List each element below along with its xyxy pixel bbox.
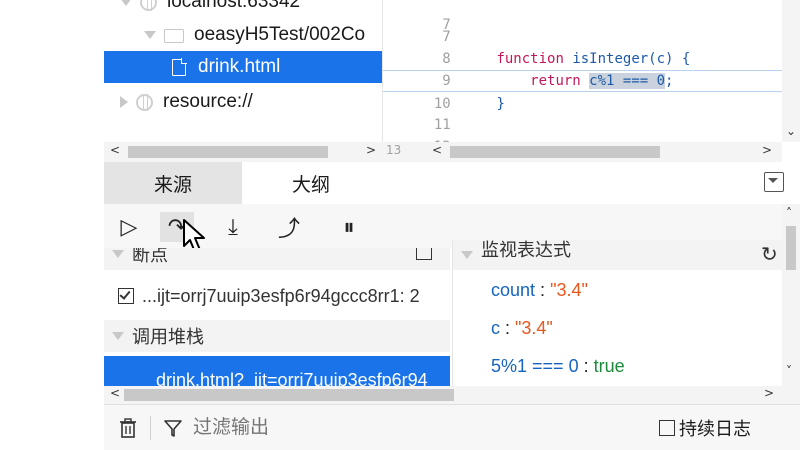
- scroll-right-icon[interactable]: >: [764, 386, 774, 400]
- persist-log-checkbox[interactable]: [659, 419, 675, 436]
- code-line: 9 return c%1 === 0;: [383, 48, 782, 89]
- scroll-thumb[interactable]: [128, 146, 328, 158]
- callstack-frame-selected[interactable]: drink.html?_ijt=orrj7uuip3esfp6r94: [104, 356, 450, 386]
- watch-key: c: [491, 318, 500, 338]
- code-editor[interactable]: 7 7 8 function isInteger(c) { 9 return c…: [382, 0, 782, 142]
- breakpoints-toggle-checkbox[interactable]: [416, 248, 432, 260]
- left-gutter: [0, 0, 104, 450]
- resume-button[interactable]: ▷: [112, 212, 146, 242]
- step-in-button[interactable]: ⤓: [216, 212, 250, 242]
- tab-bar-filler: [380, 162, 800, 204]
- scroll-right-icon[interactable]: >: [762, 143, 772, 157]
- pause-icon: ⏸: [343, 214, 355, 239]
- tree-item-host[interactable]: localhost:63342: [104, 0, 382, 18]
- source-tabs: 来源 大纲: [104, 162, 800, 204]
- chevron-down-icon[interactable]: [120, 0, 132, 6]
- tree-item-file-selected[interactable]: drink.html: [104, 51, 382, 83]
- tab-outline[interactable]: 大纲: [242, 162, 380, 204]
- tree-item-folder[interactable]: oeasyH5Test/002Co: [104, 19, 382, 51]
- watch-key: 5%1 === 0: [491, 356, 579, 376]
- code-line: 8 function isInteger(c) {: [383, 26, 782, 67]
- section-title: 监视表达式: [481, 240, 571, 260]
- source-tree: localhost:63342 oeasyH5Test/002Co drink.…: [104, 0, 382, 142]
- watch-value: true: [593, 356, 625, 376]
- chevron-down-icon[interactable]: [144, 31, 156, 39]
- watch-key: count: [491, 280, 536, 300]
- chevron-down-icon[interactable]: [112, 250, 124, 258]
- step-out-icon: ⤴: [277, 216, 300, 241]
- code-line: 11: [383, 92, 782, 133]
- panel-icon[interactable]: [764, 172, 784, 192]
- step-in-icon: ⤓: [228, 214, 238, 239]
- tree-item-label: resource://: [163, 91, 253, 112]
- breakpoint-item[interactable]: ...ijt=orrj7uuip3esfp6r94gccc8rr1: 2: [104, 280, 450, 312]
- tab-sources[interactable]: 来源: [104, 162, 242, 204]
- code-line: 7: [383, 4, 782, 45]
- play-icon: ▷: [120, 214, 138, 239]
- watch-item[interactable]: count : "3.4": [491, 280, 588, 301]
- refresh-icon[interactable]: ↻: [761, 242, 778, 267]
- watch-expressions-panel: 监视表达式 ↻ count : "3.4" c : "3.4" 5%1 === …: [452, 240, 782, 386]
- watch-value: "3.4": [550, 280, 588, 300]
- scroll-thumb[interactable]: [786, 226, 796, 270]
- globe-icon: [136, 93, 153, 111]
- breakpoints-callstack-panel: 断点 ...ijt=orrj7uuip3esfp6r94gccc8rr1: 2 …: [104, 248, 450, 386]
- divider: [150, 415, 151, 440]
- console-filter-bar: 持续日志: [104, 404, 800, 450]
- watch-header[interactable]: 监视表达式 ↻: [453, 240, 782, 270]
- filter-output-input[interactable]: [193, 416, 633, 439]
- scroll-left-icon[interactable]: <: [432, 143, 442, 157]
- breakpoint-label: ...ijt=orrj7uuip3esfp6r94gccc8rr1: 2: [142, 285, 420, 306]
- scroll-right-icon[interactable]: >: [366, 143, 376, 157]
- section-title: 调用堆栈: [132, 327, 204, 347]
- section-title: 断点: [132, 248, 168, 265]
- tree-horizontal-scrollbar[interactable]: < >: [104, 142, 382, 162]
- frame-label: drink.html?_ijt=orrj7uuip3esfp6r94: [156, 369, 428, 387]
- folder-icon: [164, 29, 184, 43]
- chevron-down-icon[interactable]: [461, 251, 473, 259]
- chevron-down-icon[interactable]: [112, 332, 124, 340]
- chevron-up-icon[interactable]: ˄: [786, 206, 792, 220]
- code-vertical-scrollbar[interactable]: ⌄: [782, 0, 800, 142]
- pause-exceptions-button[interactable]: ⏸: [332, 212, 366, 242]
- watch-item[interactable]: c : "3.4": [491, 318, 553, 339]
- scroll-left-icon[interactable]: <: [110, 386, 120, 400]
- check-icon: [119, 288, 131, 300]
- breakpoints-header[interactable]: 断点: [104, 248, 450, 270]
- breakpoint-checkbox[interactable]: [118, 288, 134, 304]
- tab-label: 来源: [153, 174, 192, 196]
- tree-item-resource[interactable]: resource://: [104, 86, 382, 118]
- scroll-thumb[interactable]: [450, 146, 660, 158]
- filter-icon: [164, 419, 182, 437]
- watch-value: "3.4": [515, 318, 553, 338]
- code-line: 12: [383, 114, 782, 142]
- chevron-down-icon[interactable]: ⌄: [786, 124, 796, 138]
- chevron-down-icon[interactable]: ˅: [786, 364, 792, 378]
- scroll-thumb[interactable]: [124, 389, 454, 401]
- tree-item-label: oeasyH5Test/002Co: [194, 24, 366, 45]
- persist-log-label: 持续日志: [679, 418, 751, 439]
- code-line-current: 10 }: [383, 70, 782, 112]
- file-icon: [172, 57, 187, 76]
- line-number: 13: [386, 143, 402, 157]
- tree-item-label: localhost:63342: [167, 0, 301, 12]
- panels-horizontal-scrollbar[interactable]: < >: [104, 386, 800, 404]
- panel-arrow: [768, 178, 778, 183]
- code-horizontal-scrollbar[interactable]: 13 < >: [382, 142, 782, 162]
- panel-vertical-scrollbar[interactable]: ˄ ˅: [782, 204, 800, 386]
- tree-item-label: drink.html: [198, 56, 281, 77]
- callstack-header[interactable]: 调用堆栈: [104, 320, 450, 352]
- globe-icon: [140, 0, 157, 11]
- chevron-right-icon[interactable]: [120, 96, 128, 108]
- scroll-left-icon[interactable]: <: [110, 143, 120, 157]
- tab-label: 大纲: [291, 174, 330, 196]
- watch-item[interactable]: 5%1 === 0 : true: [491, 356, 625, 377]
- trash-icon[interactable]: [118, 417, 138, 439]
- step-out-button[interactable]: ⤴: [272, 212, 306, 242]
